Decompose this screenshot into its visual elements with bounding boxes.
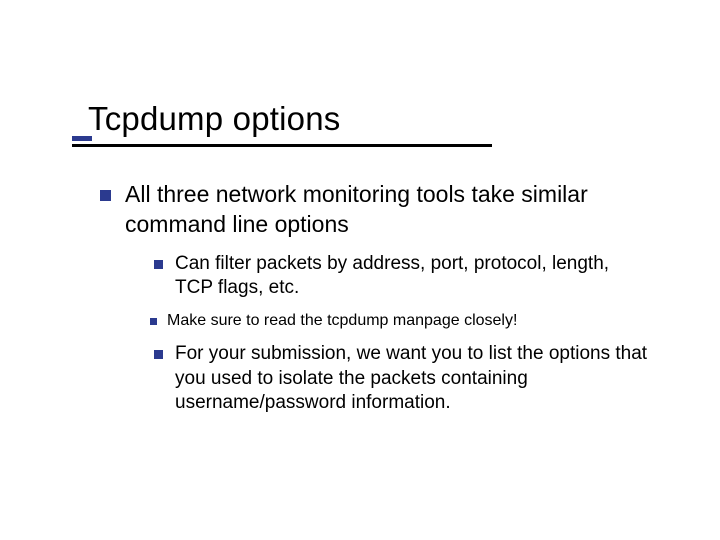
slide-title: Tcpdump options: [88, 100, 340, 138]
bullet-text: Make sure to read the tcpdump manpage cl…: [167, 311, 517, 332]
square-bullet-icon: [154, 260, 163, 269]
bullet-list-level2: For your submission, we want you to list…: [154, 342, 650, 416]
square-bullet-icon: [150, 318, 157, 325]
bullet-list-level1: All three network monitoring tools take …: [100, 180, 650, 240]
list-item: For your submission, we want you to list…: [154, 342, 650, 416]
list-item: All three network monitoring tools take …: [100, 180, 650, 240]
title-underline: [72, 144, 492, 147]
content-area: All three network monitoring tools take …: [100, 180, 650, 426]
title-accent-bar: [72, 136, 92, 141]
bullet-list-level2: Can filter packets by address, port, pro…: [154, 252, 650, 301]
list-item: Make sure to read the tcpdump manpage cl…: [150, 311, 650, 332]
bullet-text: Can filter packets by address, port, pro…: [175, 252, 650, 301]
title-block: Tcpdump options: [88, 100, 340, 138]
list-item: Can filter packets by address, port, pro…: [154, 252, 650, 301]
bullet-text: For your submission, we want you to list…: [175, 342, 650, 416]
bullet-text: All three network monitoring tools take …: [125, 180, 650, 240]
bullet-list-level3: Make sure to read the tcpdump manpage cl…: [150, 311, 650, 332]
slide: Tcpdump options All three network monito…: [0, 0, 720, 540]
square-bullet-icon: [154, 350, 163, 359]
square-bullet-icon: [100, 190, 111, 201]
